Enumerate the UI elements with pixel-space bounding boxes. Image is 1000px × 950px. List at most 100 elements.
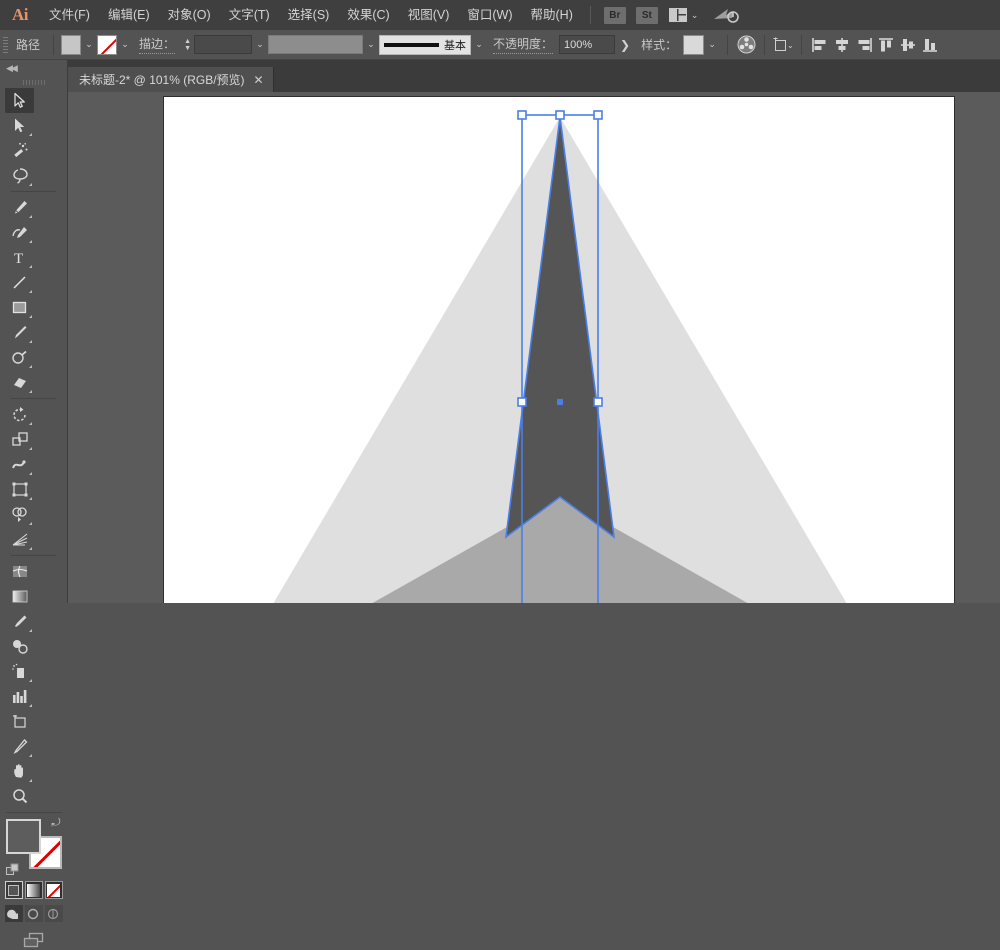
- eraser-tool[interactable]: [5, 370, 34, 395]
- default-fill-stroke-icon[interactable]: [6, 863, 20, 877]
- curvature-tool[interactable]: [5, 220, 34, 245]
- scale-tool[interactable]: [5, 427, 34, 452]
- transform-panel-button[interactable]: ⌄: [772, 34, 794, 56]
- free-transform-tool[interactable]: [5, 477, 34, 502]
- control-bar-grip[interactable]: [0, 30, 10, 60]
- selection-arrow-icon: [11, 92, 28, 109]
- menu-type[interactable]: 文字(T): [220, 0, 279, 30]
- menu-edit[interactable]: 编辑(E): [99, 0, 159, 30]
- type-tool[interactable]: T: [5, 245, 34, 270]
- symbol-sprayer-icon: [11, 663, 29, 680]
- stroke-profile-chevron-icon[interactable]: ⌄: [363, 35, 379, 55]
- menu-view[interactable]: 视图(V): [399, 0, 459, 30]
- normal-screen-mode-button[interactable]: [5, 905, 23, 922]
- selection-tool[interactable]: [5, 88, 34, 113]
- color-mode-button[interactable]: [5, 881, 23, 899]
- collapse-panel-icon[interactable]: ◀◀: [0, 60, 67, 76]
- swap-fill-stroke-icon[interactable]: ⤾: [51, 817, 60, 830]
- zoom-tool[interactable]: [5, 784, 34, 809]
- canvas-area[interactable]: [68, 92, 1000, 603]
- hand-tool[interactable]: [5, 759, 34, 784]
- perspective-grid-tool[interactable]: [5, 527, 34, 552]
- menu-help[interactable]: 帮助(H): [522, 0, 582, 30]
- gradient-mode-button[interactable]: [25, 881, 43, 899]
- workspace-switcher-button[interactable]: [712, 6, 740, 24]
- symbol-sprayer-tool[interactable]: [5, 659, 34, 684]
- recolor-artwork-button[interactable]: [735, 34, 757, 56]
- tool-group-indicator: [29, 240, 32, 243]
- align-bottom-button[interactable]: [919, 34, 941, 56]
- menubar-divider: [590, 6, 591, 24]
- artboard[interactable]: [163, 96, 955, 603]
- menu-file[interactable]: 文件(F): [40, 0, 99, 30]
- full-screen-button[interactable]: [45, 905, 63, 922]
- close-icon[interactable]: ✕: [254, 74, 264, 86]
- type-icon: T: [11, 249, 28, 266]
- rectangle-tool[interactable]: [5, 295, 34, 320]
- brush-chevron-icon[interactable]: ⌄: [471, 35, 487, 55]
- paintbrush-tool[interactable]: [5, 320, 34, 345]
- none-mode-button[interactable]: [45, 881, 63, 899]
- tool-group-indicator: [29, 390, 32, 393]
- change-screen-mode-button[interactable]: [0, 930, 67, 950]
- shape-builder-icon: [11, 506, 29, 523]
- artwork[interactable]: [164, 97, 955, 603]
- gradient-tool[interactable]: [5, 584, 34, 609]
- direct-selection-tool[interactable]: [5, 113, 34, 138]
- align-center-horizontal-button[interactable]: [831, 34, 853, 56]
- line-icon: [11, 274, 28, 291]
- brush-name: 基本: [444, 37, 466, 53]
- column-graph-tool[interactable]: [5, 684, 34, 709]
- eraser-icon: [11, 374, 29, 391]
- shaper-tool[interactable]: [5, 345, 34, 370]
- graphic-style-swatch[interactable]: [683, 35, 704, 55]
- paintbrush-icon: [11, 324, 28, 341]
- shaper-icon: [11, 349, 29, 366]
- shape-builder-tool[interactable]: [5, 502, 34, 527]
- bridge-button[interactable]: Br: [604, 7, 626, 24]
- stroke-weight-chevron-icon[interactable]: ⌄: [252, 35, 268, 55]
- lasso-tool[interactable]: [5, 163, 34, 188]
- stroke-color-swatch[interactable]: [97, 35, 117, 55]
- artboard-tool[interactable]: [5, 709, 34, 734]
- eyedropper-tool[interactable]: [5, 609, 34, 634]
- tool-group-indicator: [29, 497, 32, 500]
- align-top-button[interactable]: [875, 34, 897, 56]
- align-left-button[interactable]: [809, 34, 831, 56]
- tools-panel-grip[interactable]: [0, 76, 67, 88]
- fill-dropdown-chevron-icon[interactable]: ⌄: [81, 35, 97, 55]
- opacity-expand-icon[interactable]: ❯: [615, 38, 635, 52]
- align-center-vertical-button[interactable]: [897, 34, 919, 56]
- stroke-weight-input[interactable]: [194, 35, 252, 54]
- fill-color-swatch[interactable]: [61, 35, 81, 55]
- rotate-tool[interactable]: [5, 402, 34, 427]
- stroke-weight-stepper[interactable]: ▲ ▼: [181, 35, 194, 55]
- full-screen-with-menu-button[interactable]: [25, 905, 43, 922]
- magic-wand-icon: [11, 142, 29, 159]
- arrange-documents-button[interactable]: ⌄: [669, 8, 699, 22]
- menu-select[interactable]: 选择(S): [279, 0, 339, 30]
- fill-color-box[interactable]: [6, 819, 41, 854]
- stroke-dropdown-chevron-icon[interactable]: ⌄: [117, 35, 133, 55]
- tool-group-indicator: [29, 629, 32, 632]
- stroke-profile-input[interactable]: [268, 35, 363, 54]
- width-tool[interactable]: [5, 452, 34, 477]
- blend-tool[interactable]: [5, 634, 34, 659]
- magic-wand-tool[interactable]: [5, 138, 34, 163]
- align-right-button[interactable]: [853, 34, 875, 56]
- menu-window[interactable]: 窗口(W): [458, 0, 521, 30]
- pen-tool[interactable]: [5, 195, 34, 220]
- menu-effect[interactable]: 效果(C): [338, 0, 398, 30]
- style-chevron-icon[interactable]: ⌄: [704, 35, 720, 55]
- brush-definition-input[interactable]: 基本: [379, 35, 471, 55]
- document-tab[interactable]: 未标题-2* @ 101% (RGB/预览) ✕: [68, 67, 274, 92]
- mesh-tool[interactable]: [5, 559, 34, 584]
- selected-object-type: 路径: [16, 36, 40, 53]
- slice-tool[interactable]: [5, 734, 34, 759]
- stroke-weight-label[interactable]: 描边：: [139, 35, 175, 54]
- opacity-label[interactable]: 不透明度：: [493, 35, 553, 54]
- opacity-input[interactable]: 100%: [559, 35, 615, 54]
- stock-button[interactable]: St: [636, 7, 658, 24]
- line-segment-tool[interactable]: [5, 270, 34, 295]
- menu-object[interactable]: 对象(O): [159, 0, 220, 30]
